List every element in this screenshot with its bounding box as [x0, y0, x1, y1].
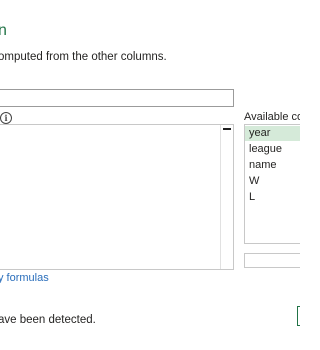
- column-name-input[interactable]: [0, 89, 234, 107]
- available-columns-label: Available colu: [244, 111, 300, 123]
- available-columns-list[interactable]: year league name W L: [244, 124, 300, 244]
- column-item-w[interactable]: W: [245, 174, 300, 189]
- no-errors-status: ave been detected.: [0, 314, 96, 326]
- formula-scrollbar[interactable]: [220, 125, 233, 269]
- formula-editor[interactable]: [0, 124, 234, 270]
- column-item-l[interactable]: L: [245, 190, 300, 205]
- insert-column-button[interactable]: [244, 253, 300, 268]
- column-item-year[interactable]: year: [245, 126, 300, 141]
- column-item-name[interactable]: name: [245, 158, 300, 173]
- info-icon[interactable]: i: [0, 112, 12, 124]
- scroll-up-arrow-icon[interactable]: [223, 128, 231, 130]
- dialog-title: n: [0, 22, 7, 39]
- column-item-league[interactable]: league: [245, 142, 300, 157]
- ok-button[interactable]: [297, 306, 300, 326]
- dialog-description: omputed from the other columns.: [0, 51, 167, 63]
- custom-column-dialog: n omputed from the other columns. i y fo…: [0, 0, 300, 350]
- learn-about-formulas-link[interactable]: y formulas: [0, 272, 49, 284]
